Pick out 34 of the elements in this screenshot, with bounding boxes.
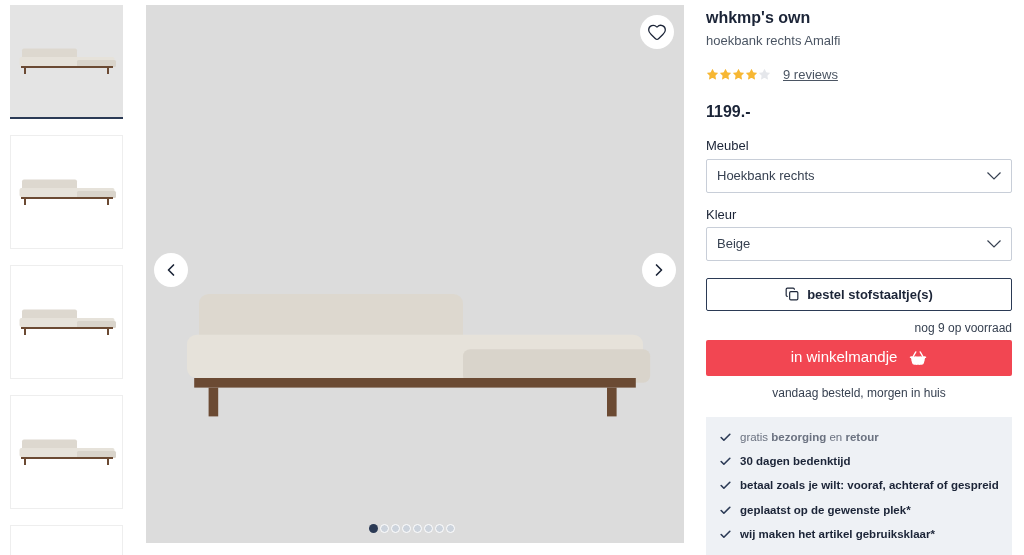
benefit-text: wij maken het artikel gebruiksklaar*	[740, 526, 935, 542]
option-dropdown[interactable]: Beige	[706, 227, 1012, 261]
check-icon	[719, 430, 732, 444]
star-icon	[719, 67, 732, 81]
thumbnail[interactable]	[10, 5, 123, 119]
benefit-text: betaal zoals je wilt: vooraf, achteraf of gespreid	[740, 478, 999, 494]
brand-name: whkmp's own	[706, 8, 812, 28]
swatch-button[interactable]: bestel stofstaaltje(s)	[706, 278, 1012, 311]
star-icon	[758, 67, 771, 81]
star-icon	[706, 67, 719, 81]
chevron-down-icon	[987, 240, 1001, 248]
option-dropdown[interactable]: Hoekbank rechts	[706, 158, 1012, 193]
chevron-down-icon	[987, 171, 1001, 180]
reviews-link[interactable]: 9 reviews	[783, 64, 838, 84]
star-icon	[745, 67, 758, 81]
delivery-note: vandaag besteld, morgen in huis	[771, 384, 947, 402]
favorite-button[interactable]	[640, 15, 674, 49]
check-icon	[719, 503, 732, 517]
price: 1199.-	[706, 102, 752, 122]
cart-button[interactable]: in winkelmandje	[706, 339, 1012, 376]
product-name: hoekbank rechts Amalfi	[706, 32, 842, 50]
stock-note: nog 9 op voorraad	[913, 319, 1012, 337]
benefit-text: gratis bezorging en retour	[740, 429, 879, 445]
option-label: Kleur	[706, 205, 738, 224]
benefit-text: 30 dagen bedenktijd	[740, 454, 851, 469]
star-icon	[732, 67, 745, 81]
heart-icon	[647, 22, 667, 42]
option-label: Meubel	[706, 137, 750, 155]
basket-icon	[909, 348, 928, 367]
previous-button[interactable]	[154, 253, 188, 287]
copy-icon	[785, 287, 800, 302]
next-button[interactable]	[642, 253, 676, 287]
benefit-text: geplaatst op de gewenste plek*	[740, 502, 911, 518]
check-icon	[719, 527, 732, 541]
